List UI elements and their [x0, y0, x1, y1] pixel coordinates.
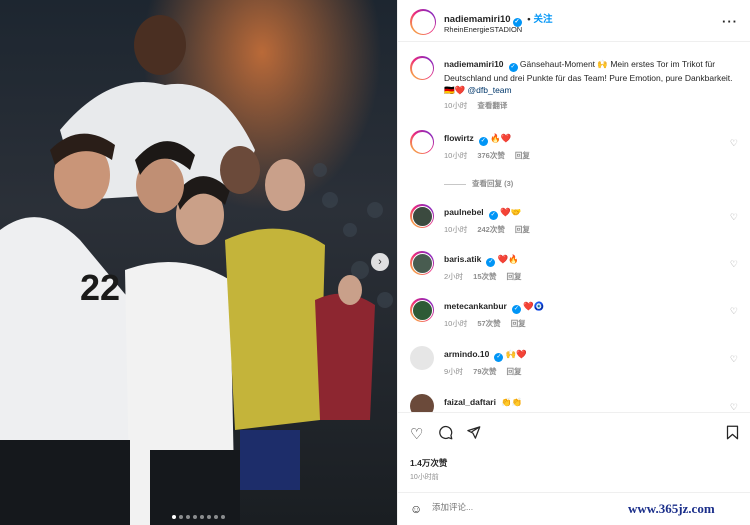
watermark: www.365jz.com — [628, 501, 715, 516]
next-image-button[interactable]: › — [371, 253, 389, 271]
heart-icon[interactable]: ♡ — [730, 212, 738, 223]
chevron-right-icon: › — [378, 256, 382, 268]
verified-icon: ✓ — [478, 137, 488, 146]
heart-icon[interactable]: ♡ — [730, 402, 738, 412]
heart-icon[interactable]: ♡ — [730, 259, 738, 270]
comment-username[interactable]: faizal_daftari — [444, 397, 496, 407]
comment-time: 10小时 — [444, 225, 468, 234]
verified-icon: ✓ — [508, 63, 518, 72]
verified-icon: ✓ — [494, 353, 504, 362]
comment-time: 9小时 — [444, 367, 464, 376]
carousel-dot — [200, 515, 204, 519]
share-icon[interactable] — [466, 425, 481, 444]
commenter-avatar[interactable] — [410, 130, 434, 154]
reply-button[interactable]: 回复 — [515, 225, 530, 234]
reply-button[interactable]: 回复 — [507, 272, 522, 281]
carousel-dot — [214, 515, 218, 519]
author-avatar[interactable] — [410, 9, 436, 35]
heart-icon[interactable]: ♡ — [730, 138, 738, 149]
post-header: nadiemamiri10 ✓ • 关注 RheinEnergieSTADION ·… — [398, 0, 750, 42]
comment-text: 👏👏 — [501, 397, 523, 407]
comment-time: 10小时 — [444, 319, 468, 328]
comment-likes[interactable]: 376次赞 — [477, 151, 505, 160]
comment-username[interactable]: armindo.10 — [444, 349, 489, 359]
comment-likes[interactable]: 15次赞 — [473, 272, 496, 281]
reply-button[interactable]: 回复 — [507, 367, 522, 376]
carousel-dots — [172, 515, 225, 519]
comment-username[interactable]: flowirtz — [444, 133, 474, 143]
caption-username[interactable]: nadiemamiri10 — [444, 59, 504, 69]
more-options-icon[interactable]: ··· — [722, 14, 738, 29]
add-comment-bar: ☺ www.365jz.com — [398, 492, 750, 525]
caption-time: 10小时 — [444, 101, 468, 110]
carousel-dot — [221, 515, 225, 519]
post-location[interactable]: RheinEnergieSTADION — [444, 25, 522, 34]
post-time: 10小时前 — [410, 474, 439, 481]
bookmark-icon[interactable] — [726, 425, 739, 444]
emoji-icon[interactable]: ☺ — [410, 502, 422, 516]
svg-text:22: 22 — [80, 267, 120, 308]
action-bar: ♡ — [398, 412, 750, 452]
view-replies-button[interactable]: 查看回复 (3) — [444, 178, 513, 189]
reply-button[interactable]: 回复 — [511, 319, 526, 328]
view-replies-label[interactable]: 查看回复 (3) — [472, 179, 513, 188]
translate-button[interactable]: 查看翻译 — [477, 101, 507, 110]
heart-icon[interactable]: ♡ — [410, 425, 423, 443]
comment-text: ❤️🧿 — [523, 301, 545, 311]
comment-username[interactable]: paulnebel — [444, 207, 484, 217]
commenter-avatar[interactable] — [410, 298, 434, 322]
comment-likes[interactable]: 242次赞 — [477, 225, 505, 234]
comment-likes[interactable]: 57次赞 — [477, 319, 500, 328]
carousel-dot — [193, 515, 197, 519]
post-details-panel: nadiemamiri10 ✓ • 关注 RheinEnergieSTADION ·… — [397, 0, 750, 525]
comment-icon[interactable] — [438, 425, 453, 444]
commenter-avatar[interactable] — [410, 204, 434, 228]
comment-text: ❤️🔥 — [497, 254, 519, 264]
carousel-dot — [172, 515, 176, 519]
author-username-text[interactable]: nadiemamiri10 — [444, 14, 511, 25]
comment-time: 10小时 — [444, 151, 468, 160]
comment-text: ❤️🤝 — [500, 207, 522, 217]
heart-icon[interactable]: ♡ — [730, 306, 738, 317]
comment-username[interactable]: metecankanbur — [444, 301, 507, 311]
comment-input[interactable] — [432, 502, 652, 512]
comment-username[interactable]: baris.atik — [444, 254, 481, 264]
comment-text: 🙌❤️ — [505, 349, 527, 359]
comment-text: 🔥❤️ — [490, 133, 512, 143]
likes-count[interactable]: 1.4万次赞 — [410, 457, 447, 469]
follow-button[interactable]: 关注 — [534, 14, 553, 25]
post-photo[interactable]: 22 22 3 › — [0, 0, 397, 525]
verified-icon: ✓ — [488, 211, 498, 220]
carousel-dot — [186, 515, 190, 519]
celebration-photo: 22 22 3 — [0, 0, 397, 525]
verified-icon: ✓ — [511, 305, 521, 314]
mention-link[interactable]: @dfb_team — [468, 85, 512, 95]
commenter-avatar[interactable] — [410, 394, 434, 412]
separator-dot: • — [527, 14, 531, 25]
comment-time: 2小时 — [444, 272, 464, 281]
author-avatar[interactable] — [410, 56, 434, 80]
commenter-avatar[interactable] — [410, 346, 434, 370]
verified-icon: ✓ — [486, 258, 496, 267]
carousel-dot — [207, 515, 211, 519]
comment-likes[interactable]: 79次赞 — [473, 367, 496, 376]
commenter-avatar[interactable] — [410, 251, 434, 275]
carousel-dot — [179, 515, 183, 519]
divider-line — [444, 183, 466, 185]
reply-button[interactable]: 回复 — [515, 151, 530, 160]
comments-list[interactable]: nadiemamiri10 ✓ Gänsehaut-Moment 🙌 Mein e… — [398, 42, 750, 412]
heart-icon[interactable]: ♡ — [730, 354, 738, 365]
